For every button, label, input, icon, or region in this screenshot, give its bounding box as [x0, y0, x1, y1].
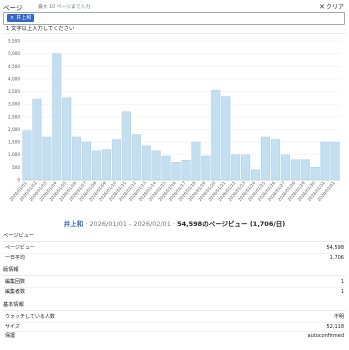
- chart-bar[interactable]: [181, 160, 191, 181]
- chart-bar[interactable]: [151, 150, 161, 181]
- basic-info-section: 基本情報 ウォッチしている人数 不明 サイズ 52,118 保護 autoconfir…: [3, 301, 346, 341]
- stat-row: 一日平均 1,706: [3, 254, 346, 263]
- y-tick-label: 500: [12, 165, 20, 170]
- y-tick-label: 3,500: [8, 89, 20, 94]
- pages-label: ページ: [3, 4, 23, 12]
- chart-bar[interactable]: [111, 139, 121, 181]
- y-tick-label: 1,000: [8, 152, 20, 157]
- chart-bar[interactable]: [161, 155, 171, 181]
- y-tick-label: 4,500: [8, 64, 20, 69]
- stat-key: 編集回数: [5, 279, 26, 285]
- stat-row: 保護 autoconfirmed: [3, 332, 346, 341]
- chart-svg: 0 500 1,000 1,500 2,000 2,500 3,000 3,500 4,000 4…: [8, 39, 340, 202]
- clear-label: クリア: [325, 4, 344, 11]
- chart-bar[interactable]: [330, 141, 340, 181]
- chart-bar[interactable]: [201, 155, 211, 181]
- stat-value: 不明: [333, 314, 344, 320]
- stat-row: ページビュー 54,598: [3, 244, 346, 254]
- stat-key: 一日平均: [5, 254, 26, 261]
- summary-article-link[interactable]: 井上和: [64, 220, 84, 228]
- stat-value: 52,118: [326, 323, 345, 330]
- y-tick-label: 3,000: [8, 102, 20, 107]
- stat-row: 編集者数 1: [3, 288, 346, 297]
- section-title: ページビュー: [3, 232, 346, 242]
- chart-bar[interactable]: [290, 159, 300, 181]
- chart-bar[interactable]: [300, 159, 310, 181]
- chart-bar[interactable]: [121, 111, 131, 181]
- chip-remove-icon[interactable]: ×: [10, 15, 14, 21]
- chart-bar[interactable]: [22, 130, 32, 181]
- stat-value: 54,598: [326, 245, 345, 251]
- chart-bar[interactable]: [211, 90, 221, 181]
- chart-bar[interactable]: [52, 53, 62, 181]
- max-pages-hint: 最大 10 ページまで入力: [38, 5, 91, 10]
- stat-key: ウォッチしている人数: [5, 314, 55, 320]
- chart-bar[interactable]: [141, 145, 151, 181]
- stat-value: autoconfirmed: [307, 333, 344, 339]
- y-tick-label: 5,500: [8, 39, 20, 44]
- chart-bar[interactable]: [251, 169, 261, 181]
- chart-bar[interactable]: [280, 154, 290, 181]
- stat-key: 保護: [5, 333, 16, 339]
- chart-summary: 井上和 · 2026/01/01 - 2026/02/01 · 54,598のペ…: [0, 218, 349, 228]
- stat-row: ウォッチしている人数 不明: [3, 313, 346, 323]
- stat-value: 1,706: [329, 254, 344, 261]
- clear-button[interactable]: ✕クリア: [319, 2, 344, 11]
- chart-bar[interactable]: [82, 141, 92, 181]
- summary-views: 54,598のページビュー (1,706/日): [177, 220, 286, 228]
- y-tick-label: 2,500: [8, 114, 20, 119]
- chart-bar[interactable]: [171, 162, 181, 181]
- page-chip[interactable]: × 井上和: [7, 14, 35, 22]
- chart-bar[interactable]: [241, 154, 251, 181]
- close-icon: ✕: [319, 3, 325, 11]
- pageviews-section: ページビュー ページビュー 54,598 一日平均 1,706: [3, 232, 346, 262]
- y-tick-label: 5,000: [8, 51, 20, 56]
- chart-bar[interactable]: [42, 136, 52, 181]
- chart-bar[interactable]: [191, 141, 201, 181]
- stat-row: サイズ 52,118: [3, 323, 346, 332]
- stat-key: ページビュー: [5, 245, 35, 251]
- divider: [3, 33, 346, 34]
- section-title: 版情報: [3, 266, 346, 276]
- y-tick-label: 4,000: [8, 76, 20, 81]
- y-tick-label: 2,000: [8, 127, 20, 132]
- chart-bar[interactable]: [92, 150, 102, 181]
- chart-bar[interactable]: [131, 134, 141, 181]
- y-tick-label: 1,500: [8, 140, 20, 145]
- chart-bar[interactable]: [260, 136, 270, 181]
- stat-value: 1: [340, 288, 344, 295]
- chip-label: 井上和: [16, 15, 32, 21]
- stat-row: 編集回数 1: [3, 278, 346, 288]
- revisions-section: 版情報 編集回数 1 編集者数 1: [3, 266, 346, 296]
- stat-key: サイズ: [5, 323, 20, 330]
- chart-bar[interactable]: [62, 97, 72, 181]
- y-tick-label: 0: [17, 178, 20, 183]
- pageviews-chart: 0 500 1,000 1,500 2,000 2,500 3,000 3,500 4,000 4…: [0, 35, 349, 215]
- chart-bar[interactable]: [32, 98, 42, 181]
- stat-value: 1: [340, 279, 344, 285]
- page-selector-header: ページ 最大 10 ページまで入力 ✕クリア: [3, 2, 346, 12]
- stat-key: 編集者数: [5, 288, 26, 295]
- input-hint: 1 文字以上入力してください: [6, 26, 75, 32]
- section-title: 基本情報: [3, 301, 346, 311]
- summary-range: · 2026/01/01 - 2026/02/01 ·: [83, 220, 178, 228]
- chart-bar[interactable]: [270, 139, 280, 181]
- chart-bar[interactable]: [231, 154, 241, 181]
- chart-bar[interactable]: [72, 136, 82, 181]
- chart-bar[interactable]: [310, 167, 320, 181]
- chart-bar[interactable]: [101, 149, 111, 181]
- chart-bar[interactable]: [221, 96, 231, 181]
- chart-bar[interactable]: [320, 141, 330, 181]
